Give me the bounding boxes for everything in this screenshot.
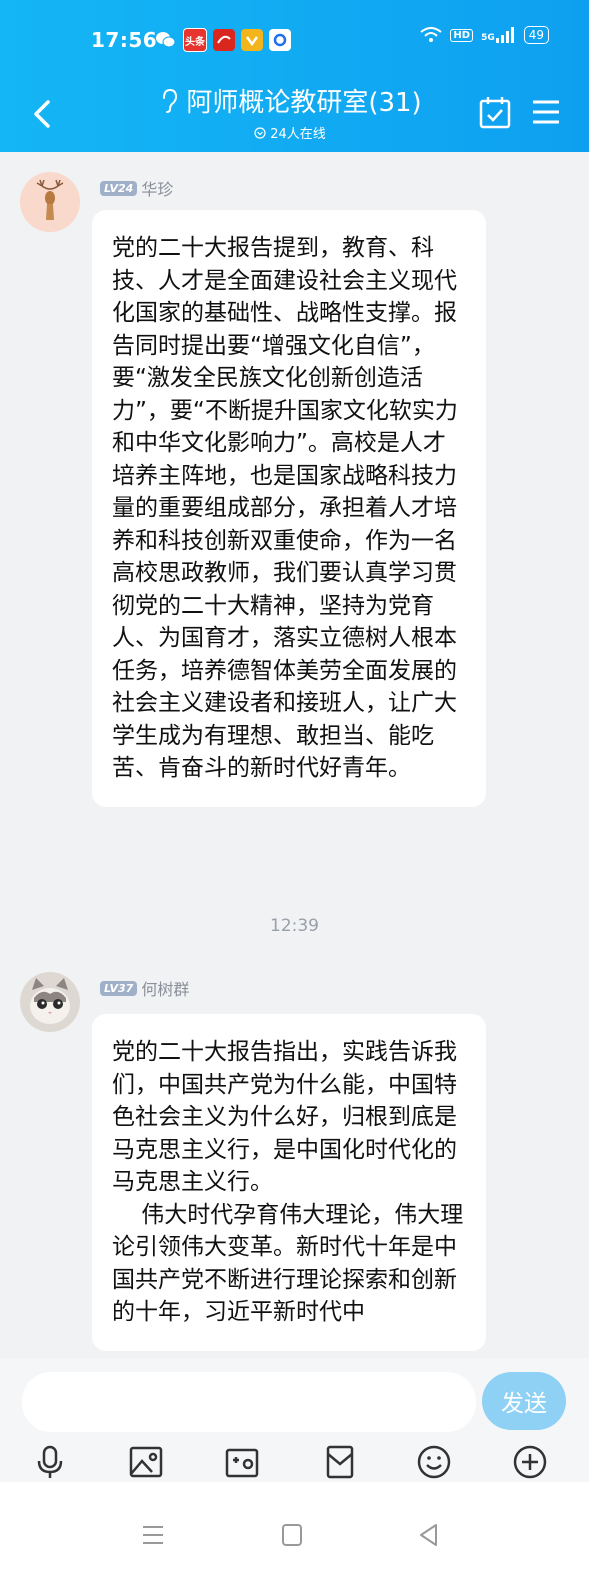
status-bar: 17:56 头条 HD 5G 49 <box>0 0 589 80</box>
signal-icon: 5G <box>481 27 516 43</box>
plus-icon[interactable] <box>512 1444 548 1480</box>
emoji-icon[interactable] <box>416 1444 452 1480</box>
status-right: HD 5G 49 <box>420 26 549 44</box>
message-meta: LV37 何树群 <box>100 976 189 1000</box>
sender-name[interactable]: 何树群 <box>141 976 189 1000</box>
cat-avatar-icon <box>20 972 80 1032</box>
message-bubble[interactable]: 党的二十大报告提到，教育、科技、人才是全面建设社会主义现代化国家的基础性、战略性… <box>92 210 486 807</box>
title-area[interactable]: 阿师概论教研室(31) 24人在线 <box>150 82 430 142</box>
back-nav-icon[interactable] <box>416 1522 442 1548</box>
app-red-icon <box>213 29 235 51</box>
sender-name[interactable]: 华珍 <box>141 176 173 200</box>
image-icon[interactable] <box>128 1444 164 1480</box>
app-yellow-icon <box>241 29 263 51</box>
signal-label: 5G <box>481 33 495 43</box>
calendar-check-icon[interactable] <box>478 94 512 130</box>
home-icon[interactable] <box>279 1522 305 1548</box>
input-toolbar <box>0 1444 589 1484</box>
avatar[interactable] <box>20 972 80 1032</box>
toutiao-icon: 头条 <box>183 28 207 52</box>
message-input[interactable] <box>22 1372 476 1432</box>
recent-apps-icon[interactable] <box>140 1522 166 1548</box>
online-count: 24人在线 <box>150 123 430 142</box>
system-nav-bar <box>0 1482 589 1594</box>
avatar[interactable] <box>20 172 80 232</box>
notification-icons: 头条 <box>155 28 291 52</box>
app-blue-icon <box>269 29 291 51</box>
chat-header: 阿师概论教研室(31) 24人在线 <box>0 80 589 152</box>
red-packet-icon[interactable] <box>322 1444 358 1480</box>
chat-area[interactable]: LV24 华珍 党的二十大报告提到，教育、科技、人才是全面建设社会主义现代化国家… <box>0 152 589 1358</box>
level-badge: LV24 <box>100 180 138 196</box>
level-badge: LV37 <box>100 980 138 996</box>
send-button[interactable]: 发送 <box>482 1372 566 1430</box>
hd-badge: HD <box>450 28 474 42</box>
microphone-icon[interactable] <box>32 1444 68 1480</box>
time-separator: 12:39 <box>270 916 319 936</box>
back-button[interactable] <box>28 94 58 134</box>
chevron-down-icon <box>254 126 266 139</box>
camera-icon[interactable] <box>224 1444 260 1480</box>
input-bar: 发送 <box>0 1358 589 1482</box>
menu-icon[interactable] <box>530 96 562 128</box>
battery-indicator: 49 <box>523 26 549 44</box>
wechat-icon <box>155 29 177 51</box>
chat-title: 阿师概论教研室(31) <box>186 88 422 118</box>
status-time: 17:56 <box>91 28 158 52</box>
online-text: 24人在线 <box>270 127 326 142</box>
ear-icon <box>163 88 178 113</box>
deer-avatar-icon <box>20 172 80 232</box>
message-meta: LV24 华珍 <box>100 176 173 200</box>
message-bubble[interactable]: 党的二十大报告指出，实践告诉我们，中国共产党为什么能，中国特色社会主义为什么好，… <box>92 1014 486 1351</box>
wifi-icon <box>420 27 443 42</box>
